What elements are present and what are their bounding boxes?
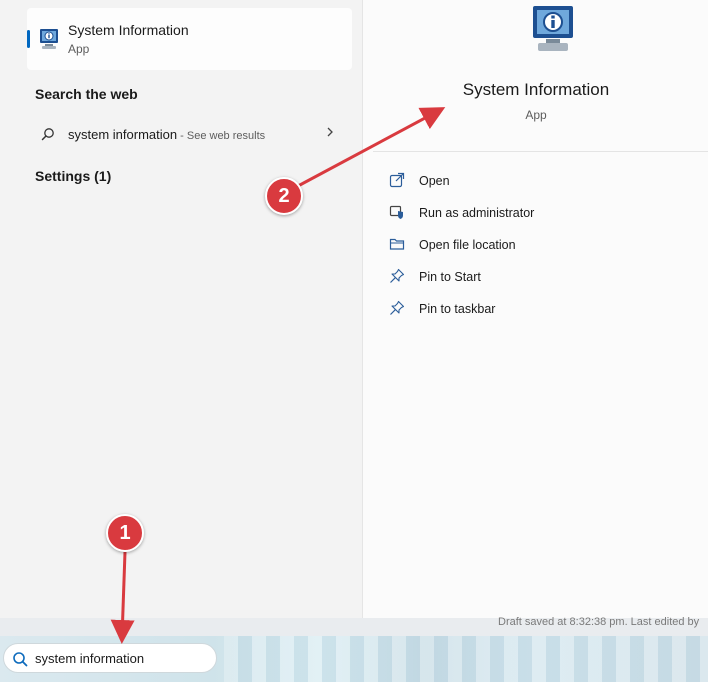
- annotation-arrow-1: [110, 551, 135, 644]
- annotation-arrows: [110, 107, 446, 644]
- annotation-arrow-2: [297, 107, 446, 188]
- annotation-badge-1: 1: [106, 514, 144, 552]
- annotation-badge-2: 2: [265, 177, 303, 215]
